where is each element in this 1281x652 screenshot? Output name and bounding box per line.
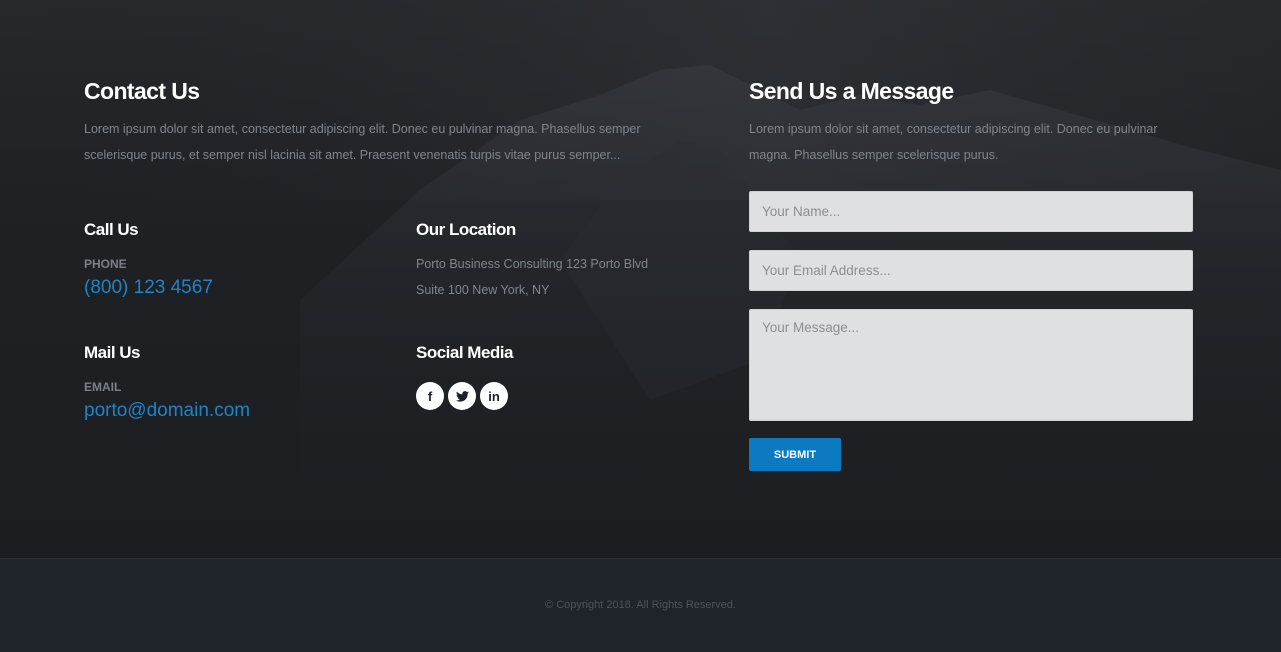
location-line-1: Porto Business Consulting 123 Porto Blvd xyxy=(416,257,649,271)
submit-button[interactable]: SUBMIT xyxy=(749,438,841,471)
message-textarea[interactable] xyxy=(749,309,1193,421)
contact-title: Contact Us xyxy=(84,78,200,104)
facebook-icon[interactable]: f xyxy=(416,382,444,410)
footer: © Copyright 2018. All Rights Reserved. xyxy=(0,558,1281,652)
contact-description: Lorem ipsum dolor sit amet, consectetur … xyxy=(84,122,641,162)
message-title: Send Us a Message xyxy=(749,78,954,104)
phone-link[interactable]: (800) 123 4567 xyxy=(84,277,213,299)
social-media-title: Social Media xyxy=(416,343,513,362)
email-link[interactable]: porto@domain.com xyxy=(84,400,250,422)
contact-section: Contact Us Lorem ipsum dolor sit amet, c… xyxy=(0,0,1281,558)
email-input[interactable] xyxy=(749,250,1193,291)
call-us-title: Call Us xyxy=(84,220,139,239)
email-label: EMAIL xyxy=(84,380,122,394)
linkedin-icon[interactable]: in xyxy=(480,382,508,410)
copyright-text: © Copyright 2018. All Rights Reserved. xyxy=(545,599,736,611)
mail-us-title: Mail Us xyxy=(84,343,141,362)
location-title: Our Location xyxy=(416,220,516,239)
location-line-2: Suite 100 New York, NY xyxy=(416,283,550,297)
social-icons: f in xyxy=(416,382,508,410)
twitter-icon[interactable] xyxy=(448,382,476,410)
name-input[interactable] xyxy=(749,191,1193,232)
phone-label: PHONE xyxy=(84,257,127,271)
message-description: Lorem ipsum dolor sit amet, consectetur … xyxy=(749,122,1158,162)
